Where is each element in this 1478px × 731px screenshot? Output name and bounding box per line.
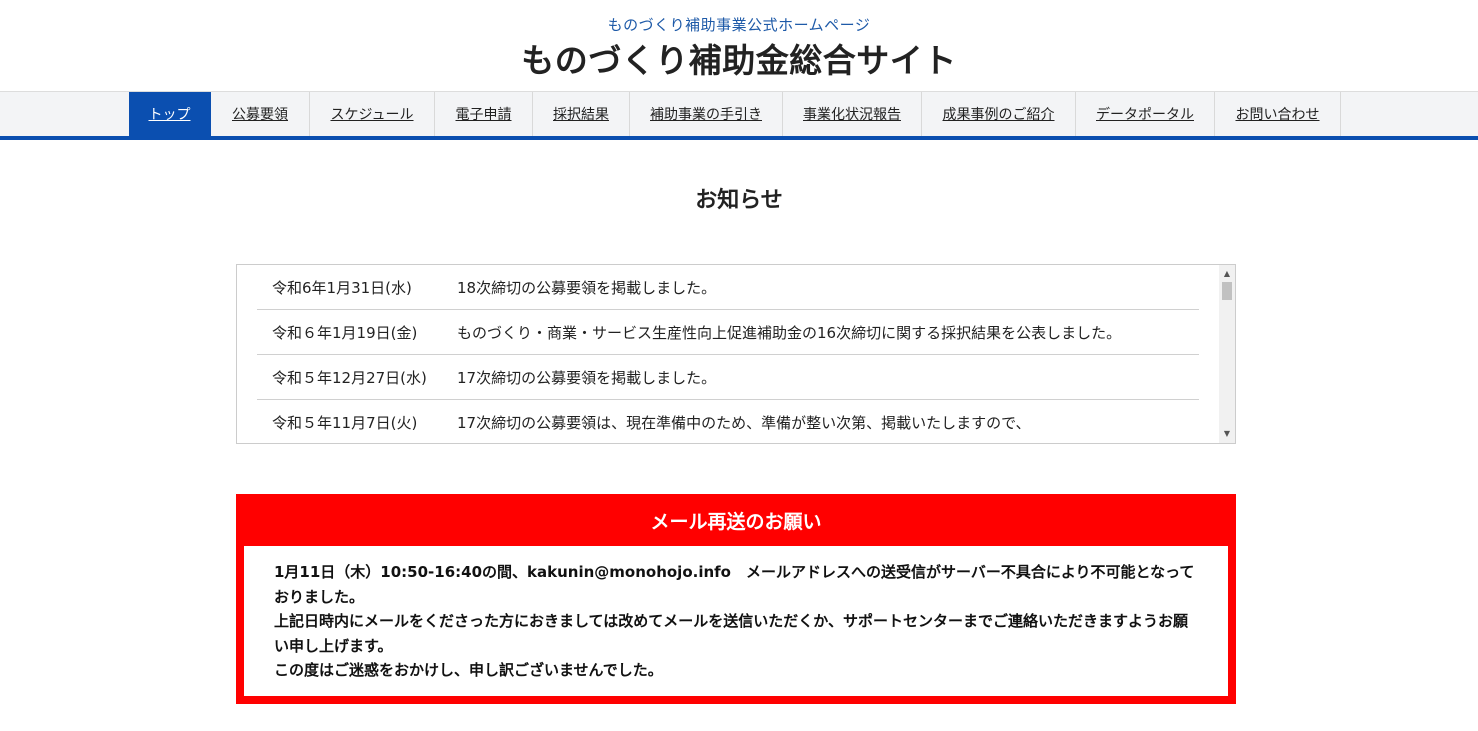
nav-item-jigyouka-houkoku[interactable]: 事業化状況報告 <box>783 92 922 136</box>
news-date: 令和５年11月7日(火) <box>272 413 418 432</box>
notice-title: メール再送のお願い <box>650 511 822 533</box>
news-list: 令和6年1月31日(水) 18次締切の公募要領を掲載しました。 令和６年1月19… <box>257 265 1199 443</box>
news-text: 17次締切の公募要領を掲載しました。 <box>457 368 717 387</box>
nav-item-contact[interactable]: お問い合わせ <box>1215 92 1341 136</box>
nav-item-schedule[interactable]: スケジュール <box>310 92 435 136</box>
news-scroll-box[interactable]: 令和6年1月31日(水) 18次締切の公募要領を掲載しました。 令和６年1月19… <box>236 264 1236 444</box>
news-date: 令和５年12月27日(水) <box>272 368 427 387</box>
nav-item-tebiki[interactable]: 補助事業の手引き <box>630 92 783 136</box>
notice-line: 1月11日（木）10:50-16:40の間、kakunin@monohojo.i… <box>274 563 1195 606</box>
news-item: 令和５年11月7日(火) 17次締切の公募要領は、現在準備中のため、準備が整い次… <box>257 400 1199 443</box>
news-text: 18次締切の公募要領を掲載しました。 <box>457 278 717 297</box>
notice-body: 1月11日（木）10:50-16:40の間、kakunin@monohojo.i… <box>244 546 1228 696</box>
news-item: 令和５年12月27日(水) 17次締切の公募要領を掲載しました。 <box>257 355 1199 400</box>
site-header: ものづくり補助事業公式ホームページ ものづくり補助金総合サイト <box>0 0 1478 91</box>
nav-item-koubo-youryou[interactable]: 公募要領 <box>211 92 310 136</box>
news-heading: お知らせ <box>695 188 783 213</box>
news-text: 17次締切の公募要領は、現在準備中のため、準備が整い次第、掲載いたしますので、 <box>457 413 1031 432</box>
notice-line: 上記日時内にメールをくださった方におきましては改めてメールを送信いただくか、サポ… <box>274 612 1188 655</box>
news-date: 令和6年1月31日(水) <box>272 278 412 297</box>
news-text: ものづくり・商業・サービス生産性向上促進補助金の16次締切に関する採択結果を公表… <box>457 323 1122 342</box>
news-scrollbar[interactable]: ▲ ▼ <box>1219 265 1235 443</box>
mail-resend-notice: メール再送のお願い 1月11日（木）10:50-16:40の間、kakunin@… <box>236 494 1236 704</box>
scroll-thumb[interactable] <box>1222 282 1232 300</box>
site-title[interactable]: ものづくり補助金総合サイト <box>0 34 1478 82</box>
scroll-up-icon[interactable]: ▲ <box>1219 267 1235 281</box>
news-item: 令和6年1月31日(水) 18次締切の公募要領を掲載しました。 <box>257 265 1199 310</box>
site-subtitle[interactable]: ものづくり補助事業公式ホームページ <box>0 14 1478 35</box>
scroll-down-icon[interactable]: ▼ <box>1219 427 1235 441</box>
global-nav: トップ 公募要領 スケジュール 電子申請 採択結果 補助事業の手引き 事業化状況… <box>129 92 1478 136</box>
nav-item-denshi-shinsei[interactable]: 電子申請 <box>435 92 533 136</box>
notice-line: この度はご迷惑をおかけし、申し訳ございませんでした。 <box>274 661 663 679</box>
news-item: 令和６年1月19日(金) ものづくり・商業・サービス生産性向上促進補助金の16次… <box>257 310 1199 355</box>
nav-item-data-portal[interactable]: データポータル <box>1076 92 1215 136</box>
nav-item-saitaku-kekka[interactable]: 採択結果 <box>533 92 630 136</box>
global-nav-bar: トップ 公募要領 スケジュール 電子申請 採択結果 補助事業の手引き 事業化状況… <box>0 91 1478 140</box>
news-date: 令和６年1月19日(金) <box>272 323 418 342</box>
nav-item-seika-jirei[interactable]: 成果事例のご紹介 <box>922 92 1076 136</box>
nav-item-top[interactable]: トップ <box>129 92 211 136</box>
